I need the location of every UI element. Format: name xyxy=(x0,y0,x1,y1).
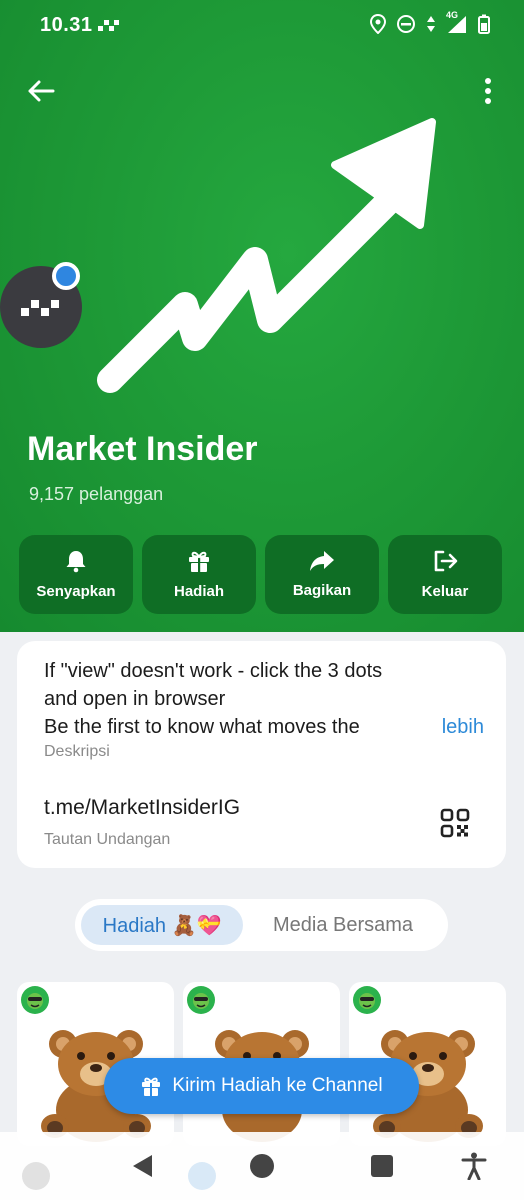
signal-icon: 4G xyxy=(446,10,468,34)
circle-home-icon xyxy=(250,1154,274,1178)
invite-link-caption: Tautan Undangan xyxy=(44,831,171,848)
frog-avatar-icon xyxy=(27,993,43,1009)
send-gift-label: Kirim Hadiah ke Channel xyxy=(172,1075,383,1096)
accessibility-button[interactable] xyxy=(460,1152,488,1180)
leave-button[interactable]: Keluar xyxy=(388,535,502,614)
description-line: Be the first to know what moves the lebi… xyxy=(44,713,484,741)
trend-arrow-illustration xyxy=(97,118,436,393)
status-icons: 4G xyxy=(370,10,490,34)
channel-info-card: If "view" doesn't work - click the 3 dot… xyxy=(17,641,506,868)
app-notification-icon xyxy=(98,20,119,31)
qr-code-icon xyxy=(440,808,470,838)
battery-icon xyxy=(478,14,490,34)
description-line: If "view" doesn't work - click the 3 dot… xyxy=(44,660,383,682)
do-not-disturb-icon xyxy=(397,15,415,33)
description-caption: Deskripsi xyxy=(44,743,110,760)
logout-icon xyxy=(434,550,458,572)
tab-shared-media[interactable]: Media Bersama xyxy=(273,905,413,945)
channel-description: If "view" doesn't work - click the 3 dot… xyxy=(44,657,484,741)
share-icon xyxy=(310,551,334,571)
nav-home-button[interactable] xyxy=(248,1152,276,1180)
gift-button[interactable]: Hadiah xyxy=(142,535,256,614)
status-time: 10.31 xyxy=(40,14,93,36)
accessibility-icon xyxy=(461,1152,487,1180)
mute-label: Senyapkan xyxy=(36,583,116,600)
nav-recents-button[interactable] xyxy=(368,1152,396,1180)
bell-icon xyxy=(66,551,86,573)
gift-label: Hadiah xyxy=(173,583,224,600)
qr-code-button[interactable] xyxy=(440,808,470,838)
sender-avatar xyxy=(22,1162,50,1190)
invite-link[interactable]: t.me/MarketInsiderIG xyxy=(44,796,240,820)
share-button[interactable]: Bagikan xyxy=(265,535,379,614)
location-icon xyxy=(370,14,386,34)
back-button[interactable] xyxy=(22,72,60,110)
subscriber-count: 9,157 pelanggan xyxy=(29,484,164,504)
gift-icon xyxy=(142,1077,161,1096)
leave-label: Keluar xyxy=(421,583,469,600)
sender-avatar xyxy=(353,986,381,1014)
system-nav-bar xyxy=(0,1132,524,1200)
more-vertical-icon xyxy=(485,78,491,104)
nav-back-button[interactable] xyxy=(128,1152,156,1180)
description-line: and open in browser xyxy=(44,688,226,710)
arrow-left-icon xyxy=(28,80,55,102)
sender-avatar xyxy=(188,1162,216,1190)
media-tabs: Hadiah 🧸💝 Media Bersama xyxy=(75,899,448,951)
description-text: Be the first to know what moves the xyxy=(44,716,360,738)
tab-gifts-label: Hadiah 🧸💝 xyxy=(102,914,222,937)
triangle-back-icon xyxy=(133,1155,152,1177)
gift-icon xyxy=(189,551,209,572)
send-gift-button[interactable]: Kirim Hadiah ke Channel xyxy=(104,1058,419,1114)
more-options-button[interactable] xyxy=(478,72,498,110)
tab-gifts[interactable]: Hadiah 🧸💝 xyxy=(81,905,243,945)
square-recents-icon xyxy=(371,1155,393,1177)
mute-button[interactable]: Senyapkan xyxy=(19,535,133,614)
frog-avatar-icon xyxy=(193,993,209,1009)
channel-logo-icon xyxy=(21,300,59,316)
action-bar: Senyapkan Hadiah Bagikan Keluar xyxy=(19,535,505,614)
sender-avatar xyxy=(21,986,49,1014)
channel-header: 10.31 4G Market Insider 9,157 pelanggan … xyxy=(0,0,524,632)
data-arrows-icon xyxy=(427,16,435,32)
sender-avatar xyxy=(187,986,215,1014)
status-bar: 10.31 4G xyxy=(0,0,524,52)
status-badge xyxy=(52,262,80,290)
frog-avatar-icon xyxy=(359,993,375,1009)
channel-title: Market Insider xyxy=(27,430,258,468)
more-link[interactable]: lebih xyxy=(419,713,484,741)
share-label: Bagikan xyxy=(292,582,352,599)
